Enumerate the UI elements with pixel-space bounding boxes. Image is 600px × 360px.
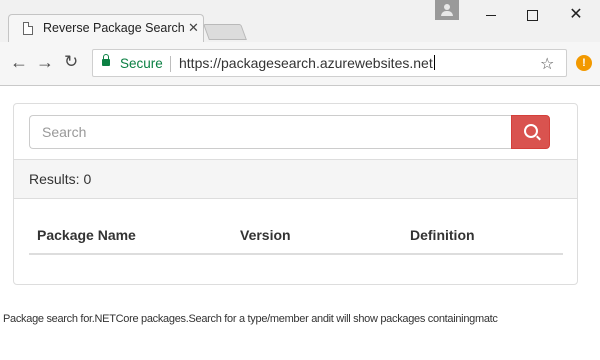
browser-toolbar: ← → ↻ Secure https://packagesearch.azure… (0, 42, 600, 86)
magnifier-icon (524, 124, 538, 138)
lock-icon (102, 54, 110, 66)
column-header-package-name: Package Name (29, 216, 232, 255)
results-table: Package Name Version Definition (29, 216, 563, 255)
page-icon (23, 22, 33, 35)
browser-titlebar: Reverse Package Search ✕ ✕ (0, 0, 600, 43)
address-separator (170, 56, 171, 72)
search-input[interactable] (29, 115, 512, 149)
profile-icon[interactable] (435, 0, 459, 20)
tab-title: Reverse Package Search (43, 21, 185, 35)
extension-icon[interactable]: ! (576, 55, 592, 71)
tab-close-icon[interactable]: ✕ (188, 20, 199, 36)
maximize-button[interactable] (515, 4, 551, 26)
results-bar: Results: 0 (14, 159, 577, 199)
column-header-definition: Definition (402, 216, 563, 255)
browser-tab[interactable]: Reverse Package Search ✕ (8, 14, 204, 43)
column-header-version: Version (232, 216, 402, 255)
secure-label: Secure (120, 56, 163, 71)
profile-head (444, 4, 450, 10)
close-window-button[interactable]: ✕ (558, 4, 594, 26)
back-button[interactable]: ← (10, 52, 28, 72)
table-header-row: Package Name Version Definition (29, 216, 563, 255)
forward-button[interactable]: → (36, 52, 54, 72)
url-value: https://packagesearch.azurewebsites.net (179, 55, 433, 71)
description-text: Package search for.NETCore packages.Sear… (3, 313, 498, 325)
address-bar[interactable]: Secure https://packagesearch.azurewebsit… (92, 49, 567, 77)
new-tab-button[interactable] (203, 24, 247, 40)
reload-button[interactable]: ↻ (64, 52, 78, 72)
profile-body (441, 11, 453, 16)
search-panel: Results: 0 Package Name Version Definiti… (13, 103, 578, 285)
star-icon[interactable]: ☆ (540, 54, 554, 74)
results-count: Results: 0 (29, 171, 92, 187)
minimize-button[interactable] (473, 4, 509, 26)
url-text[interactable]: https://packagesearch.azurewebsites.net (179, 55, 435, 71)
search-button[interactable] (511, 115, 550, 149)
text-caret (433, 55, 435, 70)
